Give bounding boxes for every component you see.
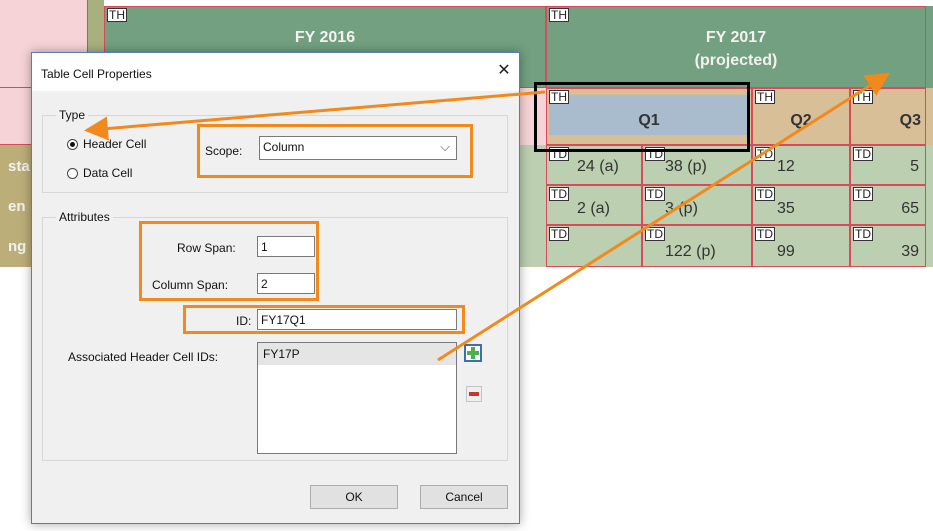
td-tag: TD — [853, 187, 873, 201]
th-tag: TH — [549, 8, 569, 22]
right-edge-strip — [926, 145, 933, 267]
remove-icon[interactable] — [466, 386, 482, 402]
cell-value: 3 (p) — [665, 200, 698, 217]
cell-value: 12 — [777, 158, 795, 175]
td-tag: TD — [755, 227, 775, 241]
cell-value: 24 (a) — [577, 158, 619, 175]
fy2017-label: FY 2017 — [705, 29, 767, 46]
cell-value: 99 — [777, 243, 795, 260]
associated-header-list[interactable]: FY17P — [257, 342, 457, 454]
td-tag: TD — [755, 187, 775, 201]
table-cell[interactable]: TD 5 — [850, 145, 926, 185]
cell-value: 39 — [901, 243, 919, 260]
id-annotation-box — [183, 305, 465, 334]
cell-value: 65 — [901, 200, 919, 217]
table-cell[interactable]: TD 2 (a) — [546, 185, 642, 225]
cell-value: 2 (a) — [577, 200, 610, 217]
td-tag: TD — [549, 227, 569, 241]
q2-label: Q2 — [790, 112, 812, 129]
header-cell-radio[interactable] — [67, 139, 78, 150]
table-cell[interactable]: TD — [546, 225, 642, 267]
data-cell-label[interactable]: Data Cell — [83, 166, 132, 180]
td-tag: TD — [645, 187, 665, 201]
td-tag: TD — [549, 187, 569, 201]
fy2016-label: FY 2016 — [294, 29, 356, 46]
right-edge-strip — [926, 6, 933, 88]
cell-value: 5 — [910, 158, 919, 175]
td-tag: TD — [645, 227, 665, 241]
data-cell-radio[interactable] — [67, 168, 78, 179]
row-label: sta — [8, 158, 30, 175]
cancel-button[interactable]: Cancel — [420, 485, 508, 509]
row-label: en — [8, 198, 26, 215]
table-cell[interactable]: TD 39 — [850, 225, 926, 267]
td-tag: TD — [755, 147, 775, 161]
attributes-group-label: Attributes — [56, 210, 113, 224]
associated-header-label: Associated Header Cell IDs: — [68, 350, 219, 364]
cell-value: 38 (p) — [665, 158, 707, 175]
table-cell[interactable]: TD 12 — [752, 145, 850, 185]
cell-value: 122 (p) — [665, 243, 716, 260]
add-icon[interactable] — [464, 344, 482, 362]
span-annotation-box — [139, 221, 319, 301]
header-cell-label[interactable]: Header Cell — [83, 137, 146, 151]
th-tag: TH — [107, 8, 127, 22]
th-tag: TH — [755, 90, 775, 104]
fy2017-projected-label: (projected) — [694, 52, 778, 69]
ok-button[interactable]: OK — [310, 485, 398, 509]
close-icon[interactable]: ✕ — [489, 58, 519, 84]
row-label: ng — [8, 238, 27, 255]
dialog-titlebar[interactable]: Table Cell Properties ✕ — [32, 53, 519, 91]
table-cell[interactable]: TD 99 — [752, 225, 850, 267]
table-cell[interactable]: TD 122 (p) — [642, 225, 752, 267]
scope-annotation-box — [197, 124, 473, 178]
q3-label: Q3 — [899, 112, 921, 129]
type-group-label: Type — [56, 108, 89, 122]
td-tag: TD — [853, 147, 873, 161]
cell-value: 35 — [777, 200, 795, 217]
q2-header-cell[interactable]: TH Q2 — [752, 88, 850, 145]
dialog-title: Table Cell Properties — [41, 67, 152, 81]
td-tag: TD — [853, 227, 873, 241]
th-tag: TH — [853, 90, 873, 104]
list-item[interactable]: FY17P — [258, 343, 456, 365]
table-cell[interactable]: TD 65 — [850, 185, 926, 225]
right-edge-strip — [926, 88, 933, 145]
q3-header-cell[interactable]: TH Q3 — [850, 88, 926, 145]
table-cell[interactable]: TD 35 — [752, 185, 850, 225]
q1-focus-box — [534, 82, 750, 152]
fy2017-header-cell[interactable]: TH FY 2017 (projected) — [546, 6, 926, 88]
table-cell[interactable]: TD 3 (p) — [642, 185, 752, 225]
